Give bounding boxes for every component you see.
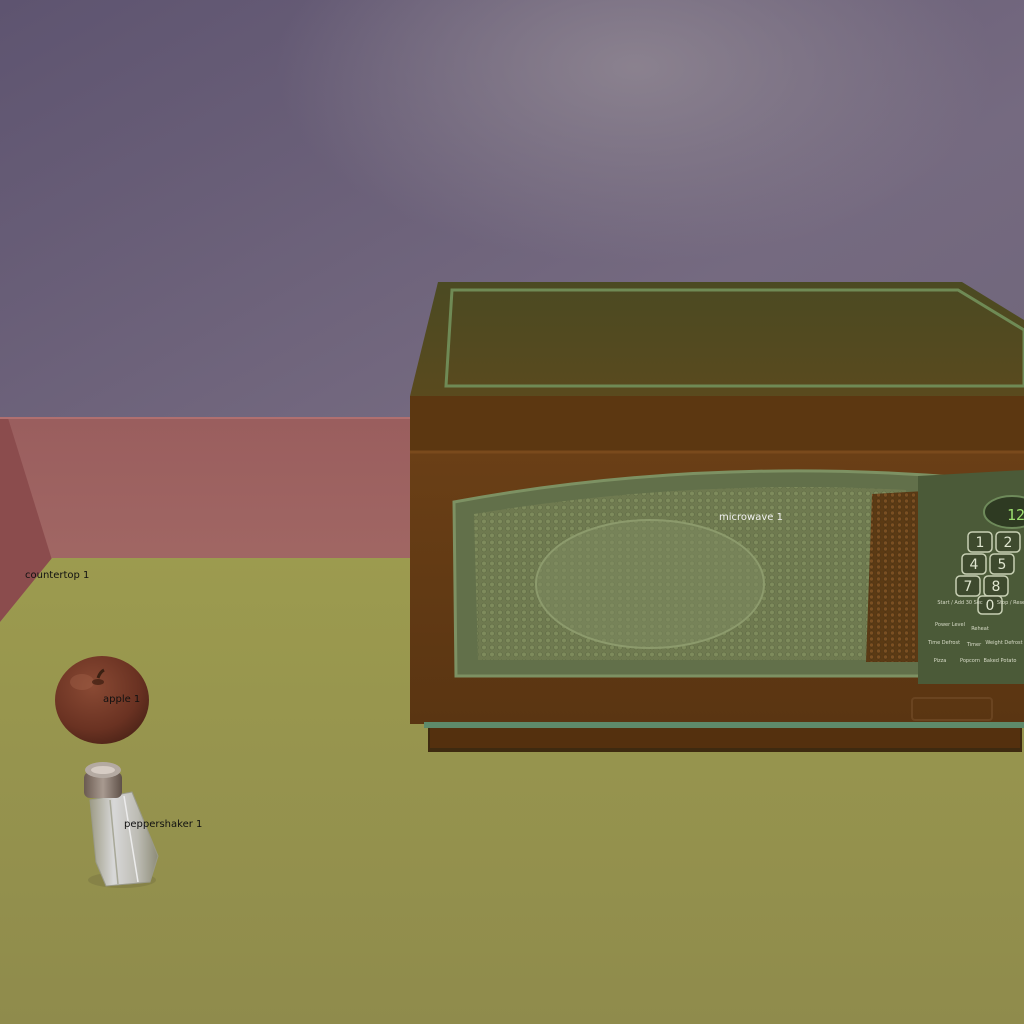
keypad-key-8[interactable]: 8: [992, 579, 1001, 595]
keypad-key-2[interactable]: 2: [1004, 535, 1013, 551]
keypad-key-4[interactable]: 4: [970, 557, 979, 573]
keypad-key-0[interactable]: 0: [986, 598, 995, 614]
microwave-label: microwave 1: [719, 512, 783, 523]
apple-label: apple 1: [103, 694, 141, 705]
control-button-label[interactable]: Reheat: [971, 626, 989, 632]
keypad-key-7[interactable]: 7: [964, 579, 973, 595]
control-button-label[interactable]: Start / Add 30 Sec: [937, 600, 983, 606]
control-button-label[interactable]: Timer: [966, 642, 982, 648]
microwave-display: 12: [1007, 506, 1024, 524]
control-button-label[interactable]: Weight Defrost: [985, 640, 1022, 646]
countertop-label: countertop 1: [25, 570, 90, 581]
control-button-label[interactable]: Stop / Reset: [997, 600, 1024, 606]
keypad-key-5[interactable]: 5: [998, 557, 1007, 573]
control-button-label[interactable]: Baked Potato: [984, 658, 1017, 664]
control-button-label[interactable]: Power Level: [935, 622, 965, 628]
control-button-label[interactable]: Pizza: [934, 658, 947, 664]
scene-render: 124578012Start / Add 30 SecStop / ResetP…: [0, 0, 1024, 1024]
game-viewport: 124578012Start / Add 30 SecStop / ResetP…: [0, 0, 1024, 1024]
control-button-label[interactable]: Time Defrost: [927, 640, 960, 646]
control-button-label[interactable]: Popcorn: [960, 658, 980, 664]
microwave[interactable]: [410, 282, 1024, 748]
keypad-key-1[interactable]: 1: [976, 535, 985, 551]
peppershaker-label: peppershaker 1: [124, 819, 203, 830]
